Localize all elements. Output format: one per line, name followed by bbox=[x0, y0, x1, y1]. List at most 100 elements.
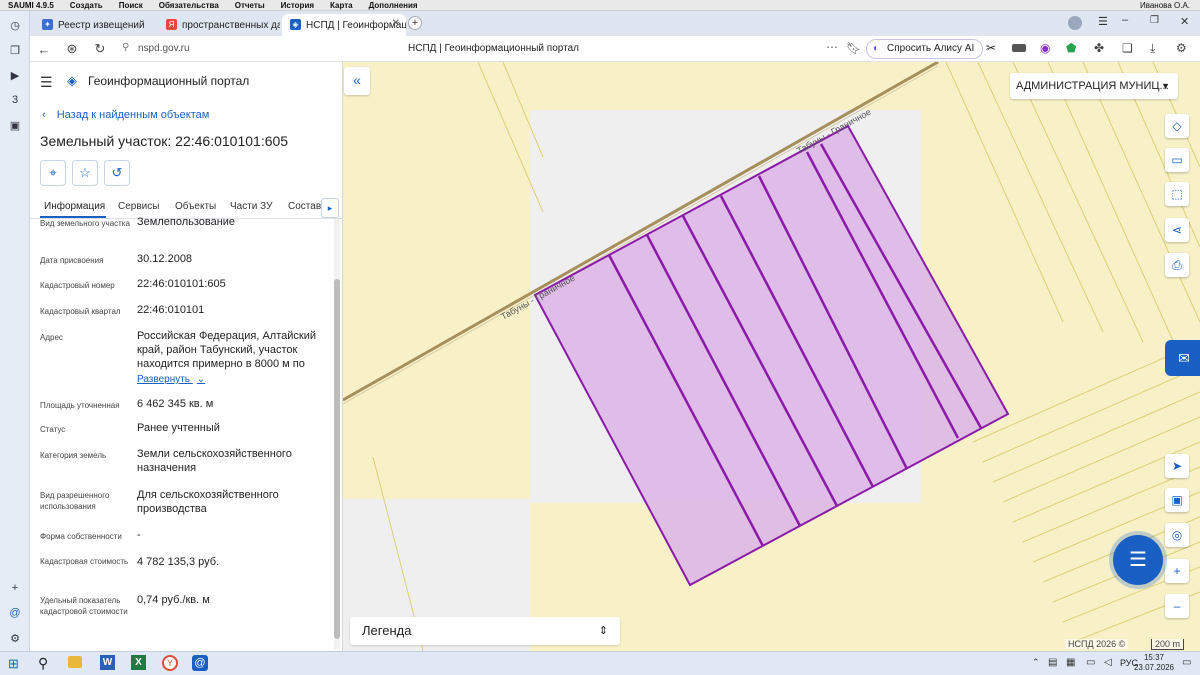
zoom-out-button[interactable]: – bbox=[1165, 594, 1189, 618]
tab-composition[interactable]: Состав bbox=[288, 201, 321, 212]
geolocation-button[interactable]: ➤ bbox=[1165, 454, 1189, 478]
field-label: Кадастровый номер bbox=[40, 281, 115, 290]
hamburger-menu-icon[interactable]: ☰ bbox=[40, 74, 53, 91]
basemap-button[interactable]: ▣ bbox=[1165, 488, 1189, 512]
tab-objects[interactable]: Объекты bbox=[175, 201, 216, 212]
os-taskbar: ⊞ ⚲ W X Y @ ⌃ ▤ ▦ ▭ ◁ РУС 15:37 23.07.20… bbox=[0, 651, 1200, 675]
back-link-label: Назад к найденным объектам bbox=[56, 109, 210, 121]
collections-icon[interactable]: ❏ bbox=[1122, 41, 1133, 55]
expand-link[interactable]: Развернуть ⌄ bbox=[137, 374, 205, 385]
measure-button[interactable]: ▭ bbox=[1165, 148, 1189, 172]
tab-services[interactable]: Сервисы bbox=[118, 201, 159, 212]
screen-icon[interactable]: ▣ bbox=[7, 117, 23, 133]
admin-layer-dropdown[interactable]: АДМИНИСТРАЦИЯ МУНИЦ... ▼ bbox=[1010, 73, 1178, 99]
extension-icon[interactable]: ◉ bbox=[1040, 41, 1050, 55]
assistant-chat-button[interactable]: ☰ bbox=[1113, 535, 1163, 585]
scrollbar-thumb[interactable] bbox=[334, 279, 340, 639]
reload-icon[interactable]: ↻ bbox=[92, 41, 108, 57]
ask-alice-button[interactable]: ◐ Спросить Алису AI bbox=[866, 39, 984, 59]
site-info-icon[interactable]: ⚲ bbox=[122, 42, 129, 53]
close-window-icon[interactable]: ✕ bbox=[1180, 15, 1189, 28]
windows-start-icon[interactable]: ⊞ bbox=[8, 656, 19, 672]
extension-icon[interactable] bbox=[1012, 44, 1026, 52]
collapse-panel-button[interactable]: « bbox=[344, 67, 370, 95]
locate-icon: ⌖ bbox=[49, 165, 57, 180]
tray-chevron-icon[interactable]: ⌃ bbox=[1032, 657, 1040, 668]
search-icon[interactable]: ⚲ bbox=[38, 655, 48, 672]
map-canvas[interactable]: Табуны - Граничное Табуны - Граничное bbox=[343, 62, 1200, 651]
back-link[interactable]: ‹ Назад к найденным объектам bbox=[42, 109, 209, 121]
scrollbar[interactable] bbox=[334, 219, 340, 649]
download-icon[interactable]: ⤓ bbox=[1150, 41, 1155, 56]
tab-information[interactable]: Информация bbox=[44, 201, 105, 212]
clock-date: 23.07.2026 bbox=[1133, 663, 1175, 672]
locate-me-button[interactable]: ◎ bbox=[1165, 523, 1189, 547]
mail-app-icon[interactable]: @ bbox=[192, 655, 208, 671]
extension-icon[interactable]: ✂ bbox=[986, 41, 996, 55]
app-name: SAUMI 4.9.5 bbox=[8, 0, 54, 10]
legend-panel[interactable]: Легенда ⇕ bbox=[350, 617, 620, 645]
url-field[interactable]: nspd.gov.ru bbox=[138, 43, 190, 54]
tab-nspd[interactable]: ◈ НСПД | Геоинформацио ✕ bbox=[282, 14, 406, 36]
layers-button[interactable]: ◇ bbox=[1165, 114, 1189, 138]
zoom-in-button[interactable]: + bbox=[1165, 559, 1189, 583]
map-view[interactable]: Табуны - Граничное Табуны - Граничное « … bbox=[343, 62, 1200, 651]
browser-tabbar: ✦ Реестр извещений Я пространственных да… bbox=[30, 11, 1200, 36]
close-icon[interactable]: ✕ bbox=[392, 18, 400, 29]
tab-spatial-data[interactable]: Я пространственных данн bbox=[158, 14, 280, 36]
layers-icon: ◇ bbox=[1172, 119, 1182, 133]
history-button[interactable]: ↺ bbox=[104, 160, 130, 186]
menu-addons[interactable]: Дополнения bbox=[361, 1, 426, 10]
alice-icon: ◐ bbox=[873, 43, 880, 54]
print-button[interactable]: ⎙ bbox=[1165, 253, 1189, 277]
share-button[interactable]: ⋖ bbox=[1165, 218, 1189, 242]
settings-icon[interactable]: ⚙ bbox=[7, 630, 23, 646]
tab-notices[interactable]: ✦ Реестр извещений bbox=[34, 14, 156, 36]
feedback-button[interactable]: ✉ bbox=[1165, 340, 1200, 376]
star-icon: ☆ bbox=[79, 165, 91, 180]
protect-icon[interactable]: ⊛ bbox=[64, 41, 80, 57]
favorite-button[interactable]: ☆ bbox=[72, 160, 98, 186]
menu-create[interactable]: Создать bbox=[62, 1, 111, 10]
field-label: Адрес bbox=[40, 333, 63, 342]
tabs-menu-icon[interactable]: ☰ bbox=[1098, 15, 1108, 28]
tray-app-icon[interactable]: ▦ bbox=[1066, 657, 1075, 668]
play-icon[interactable]: ▶ bbox=[7, 67, 23, 83]
word-icon[interactable]: W bbox=[100, 655, 115, 670]
new-tab-button[interactable]: + bbox=[408, 16, 422, 30]
settings-icon[interactable]: ⚙ bbox=[1176, 41, 1187, 55]
history-icon[interactable]: ◷ bbox=[7, 17, 23, 33]
network-icon[interactable]: ▭ bbox=[1086, 657, 1095, 668]
menu-history[interactable]: История bbox=[273, 1, 322, 10]
add-icon[interactable]: + bbox=[7, 580, 23, 596]
bookmark-icon[interactable]: 🔖︎ bbox=[846, 41, 861, 55]
excel-icon[interactable]: X bbox=[131, 655, 146, 670]
menu-reports[interactable]: Отчеты bbox=[227, 1, 273, 10]
locate-on-map-button[interactable]: ⌖ bbox=[40, 160, 66, 186]
clock[interactable]: 15:37 23.07.2026 bbox=[1132, 653, 1176, 673]
menu-map[interactable]: Карта bbox=[322, 1, 361, 10]
copy-icon[interactable]: ❐ bbox=[7, 42, 23, 58]
chat-lines-icon: ☰ bbox=[1129, 549, 1147, 571]
yandex-browser-icon[interactable]: Y bbox=[162, 655, 178, 671]
more-icon[interactable]: ⋯ bbox=[826, 40, 838, 54]
volume-icon[interactable]: ◁ bbox=[1104, 657, 1112, 668]
notifications-icon[interactable]: ▭ bbox=[1182, 657, 1191, 668]
file-explorer-icon[interactable] bbox=[68, 656, 82, 668]
tray-app-icon[interactable]: ▤ bbox=[1048, 657, 1057, 668]
counter-icon[interactable]: 3 bbox=[7, 92, 23, 108]
avatar[interactable] bbox=[1068, 16, 1082, 30]
select-area-button[interactable]: ⬚ bbox=[1165, 182, 1189, 206]
menu-obligations[interactable]: Обязательства bbox=[151, 1, 227, 10]
menu-search[interactable]: Поиск bbox=[111, 1, 151, 10]
select-icon: ⬚ bbox=[1171, 187, 1183, 201]
shield-icon[interactable]: ⬟ bbox=[1066, 41, 1076, 55]
minimize-icon[interactable]: – bbox=[1122, 14, 1128, 26]
tab-parts[interactable]: Части ЗУ bbox=[230, 201, 272, 212]
field-label: Площадь уточненная bbox=[40, 401, 120, 410]
back-icon[interactable]: ← bbox=[36, 41, 52, 57]
extensions-icon[interactable]: ✤ bbox=[1094, 41, 1104, 55]
restore-icon[interactable]: ❐ bbox=[1150, 15, 1159, 26]
mail-icon[interactable]: @ bbox=[7, 605, 23, 621]
field-label: Удельный показатель кадастровой стоимост… bbox=[40, 596, 128, 616]
